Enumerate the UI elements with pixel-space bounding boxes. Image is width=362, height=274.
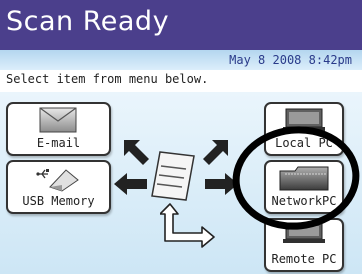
usb-memory-label: USB Memory <box>22 194 95 208</box>
time-text: 8:42pm <box>308 53 352 67</box>
date-time: May 8 2008 8:42pm <box>229 53 352 67</box>
screen-title: Scan Ready <box>6 6 170 37</box>
email-button[interactable]: E-mail <box>6 102 111 156</box>
usb-memory-icon <box>36 169 79 192</box>
status-strip: May 8 2008 8:42pm <box>0 50 362 70</box>
date-text: May 8 2008 <box>229 53 302 67</box>
arrow-to-local-pc-icon <box>203 140 228 165</box>
title-bar: Scan Ready <box>0 0 362 50</box>
instruction-text: Select item from menu below. <box>6 72 209 86</box>
arrow-to-usb-icon <box>114 173 147 195</box>
document-icon <box>151 151 195 201</box>
remote-pc-label: Remote PC <box>271 252 337 266</box>
email-label: E-mail <box>36 136 81 150</box>
envelope-icon <box>39 107 77 133</box>
arrow-to-email-icon <box>124 140 149 165</box>
usb-memory-button[interactable]: USB Memory <box>6 160 111 214</box>
highlight-oval <box>232 126 360 230</box>
arrow-to-remote-pc-icon <box>160 203 215 248</box>
